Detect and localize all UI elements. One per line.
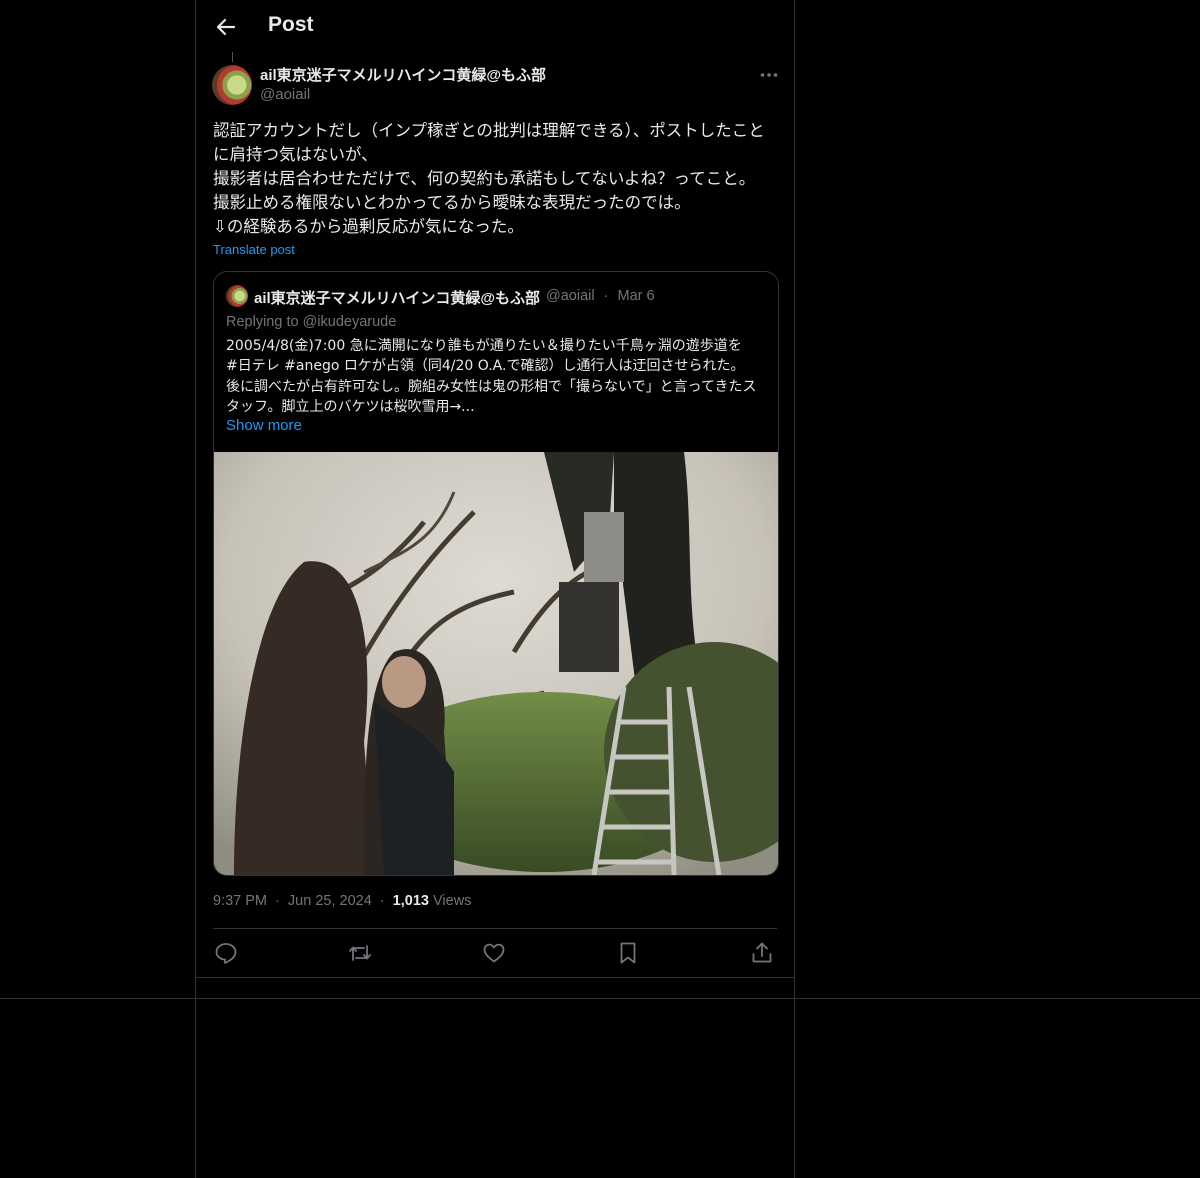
action-bar: [213, 940, 777, 966]
post-text: 認証アカウントだし（インプ稼ぎとの批判は理解できる）、ポストしたことに肩持つ気は…: [213, 121, 765, 236]
bookmark-icon: [620, 942, 636, 964]
meta-separator: ·: [603, 288, 609, 304]
share-button[interactable]: [749, 940, 775, 966]
post-time[interactable]: 9:37 PM: [213, 893, 267, 909]
meta-separator: ·: [275, 893, 280, 909]
quoted-author-name: ail東京迷子マメルリハインコ黄緑@もふ部: [254, 290, 541, 307]
arrow-left-icon: [216, 18, 236, 36]
like-button[interactable]: [481, 940, 507, 966]
more-horizontal-icon: [760, 73, 778, 77]
quoted-author-avatar: [226, 285, 248, 307]
page-header: Post: [196, 0, 794, 53]
meta-separator: ·: [379, 893, 385, 909]
quoted-date: Mar 6: [617, 288, 655, 304]
author-avatar[interactable]: [212, 65, 252, 105]
quoted-text: 2005/4/8(金)7:00 急に満開になり誰もが通りたい＆撮りたい千鳥ヶ淵の…: [226, 338, 757, 416]
views-label: Views: [433, 893, 472, 909]
quoted-post[interactable]: ail東京迷子マメルリハインコ黄緑@もふ部 @aoiail · Mar 6 Re…: [213, 271, 779, 876]
share-icon: [752, 942, 772, 963]
quoted-media-photo[interactable]: [214, 452, 778, 875]
primary-column: Post ail東京迷子マメルリハインコ黄緑@もふ部 @aoiail 認証アカウ…: [195, 0, 795, 1178]
divider: [213, 928, 777, 929]
page-title: Post: [268, 13, 314, 36]
divider: [196, 977, 794, 978]
more-options-button[interactable]: [758, 64, 780, 86]
post-date[interactable]: Jun 25, 2024: [288, 893, 372, 909]
photo-cherry-blossom-ladder: [214, 452, 778, 875]
show-more-link[interactable]: Show more: [226, 417, 302, 434]
author-name[interactable]: ail東京迷子マメルリハインコ黄緑@もふ部: [260, 64, 546, 85]
back-button[interactable]: [213, 14, 239, 40]
repost-button[interactable]: [347, 940, 373, 966]
thread-connector-line: [232, 52, 233, 62]
quoted-meta: @aoiail · Mar 6: [546, 288, 655, 304]
views-count: 1,013: [392, 893, 429, 909]
post-meta: 9:37 PM · Jun 25, 2024 · 1,013 Views: [213, 893, 471, 909]
translate-post-link[interactable]: Translate post: [213, 242, 295, 257]
repost-icon: [349, 945, 371, 961]
author-handle[interactable]: @aoiail: [260, 86, 310, 103]
reply-button[interactable]: [213, 940, 239, 966]
bookmark-button[interactable]: [615, 940, 641, 966]
replying-to: Replying to @ikudeyarude: [226, 314, 397, 330]
reply-icon: [215, 943, 237, 964]
quoted-author-handle: @aoiail: [546, 288, 595, 304]
heart-icon: [483, 943, 505, 963]
